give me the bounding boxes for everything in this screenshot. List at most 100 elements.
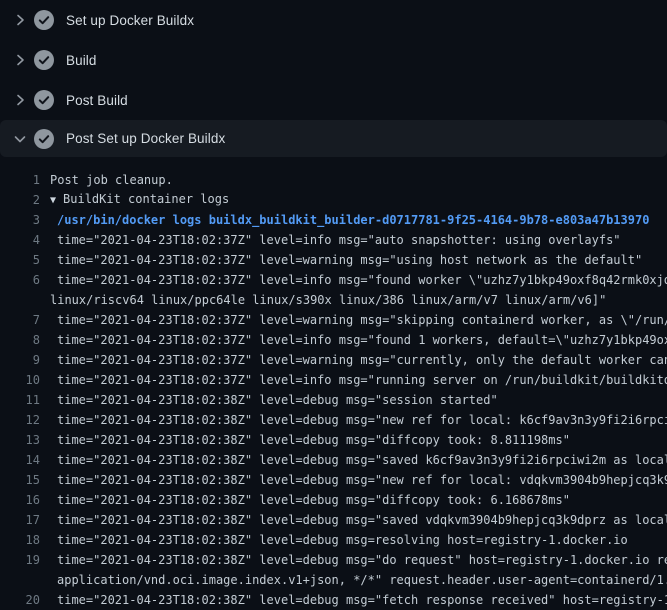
- log-line: 17 ▼time="2021-04-23T18:02:38Z" level=de…: [0, 510, 667, 530]
- log-line-text-content: time="2021-04-23T18:02:37Z" level=warnin…: [57, 313, 667, 327]
- log-lines: 1 ▼Post job cleanup. 2 ▼ BuildKit contain…: [0, 157, 667, 610]
- log-line-text: ▼time="2021-04-23T18:02:38Z" level=debug…: [57, 490, 667, 510]
- log-line: 19 ▼time="2021-04-23T18:02:38Z" level=de…: [0, 550, 667, 570]
- log-line-text-content: BuildKit container logs: [63, 192, 229, 206]
- log-line-text-content: time="2021-04-23T18:02:37Z" level=info m…: [57, 373, 667, 387]
- chevron-right-icon[interactable]: [12, 12, 28, 28]
- log-line: 3 ▼/usr/bin/docker logs buildx_buildkit_…: [0, 210, 667, 230]
- chevron-down-icon[interactable]: [12, 131, 28, 147]
- log-line-text-content: time="2021-04-23T18:02:38Z" level=debug …: [57, 453, 667, 467]
- log-line-number[interactable]: 9: [0, 350, 40, 370]
- log-line-number[interactable]: 1: [0, 170, 40, 190]
- log-line-text-content: time="2021-04-23T18:02:38Z" level=debug …: [57, 513, 667, 527]
- step-header-post-set-up-docker-buildx[interactable]: Post Set up Docker Buildx: [0, 120, 667, 157]
- log-line: 13 ▼time="2021-04-23T18:02:38Z" level=de…: [0, 430, 667, 450]
- log-line-text-content: time="2021-04-23T18:02:38Z" level=debug …: [57, 413, 667, 427]
- log-line: 12 ▼time="2021-04-23T18:02:38Z" level=de…: [0, 410, 667, 430]
- log-line-text: ▼application/vnd.oci.image.index.v1+json…: [57, 570, 667, 590]
- log-line-text: ▼time="2021-04-23T18:02:37Z" level=info …: [57, 230, 667, 250]
- log-line: 2 ▼ BuildKit container logs: [0, 190, 667, 210]
- log-line-text: ▼time="2021-04-23T18:02:38Z" level=debug…: [57, 530, 667, 550]
- log-line-text-content: time="2021-04-23T18:02:37Z" level=warnin…: [57, 353, 667, 367]
- step-label: Set up Docker Buildx: [66, 13, 194, 28]
- log-line-number[interactable]: 3: [0, 210, 40, 230]
- log-line-text: ▼time="2021-04-23T18:02:37Z" level=info …: [57, 370, 667, 390]
- log-line-text-content: application/vnd.oci.image.index.v1+json,…: [57, 573, 667, 587]
- step-label: Post Build: [66, 93, 128, 108]
- log-line: 15 ▼time="2021-04-23T18:02:38Z" level=de…: [0, 470, 667, 490]
- log-line-text-content: Post job cleanup.: [50, 173, 173, 187]
- step-header-post-build[interactable]: Post Build: [0, 80, 667, 120]
- log-line-text-content: time="2021-04-23T18:02:38Z" level=debug …: [57, 553, 667, 567]
- log-line-text-content: linux/riscv64 linux/ppc64le linux/s390x …: [50, 293, 606, 307]
- log-line-number[interactable]: 6: [0, 270, 40, 290]
- log-line-text: ▼/usr/bin/docker logs buildx_buildkit_bu…: [57, 210, 667, 230]
- log-line-text: ▼time="2021-04-23T18:02:37Z" level=warni…: [57, 250, 667, 270]
- log-line: 5 ▼time="2021-04-23T18:02:37Z" level=war…: [0, 250, 667, 270]
- log-line-text: ▼ BuildKit container logs: [50, 189, 667, 211]
- log-line: 20 ▼time="2021-04-23T18:02:38Z" level=de…: [0, 590, 667, 610]
- chevron-right-icon[interactable]: [12, 52, 28, 68]
- log-line-number[interactable]: 15: [0, 470, 40, 490]
- log-line-text: ▼time="2021-04-23T18:02:37Z" level=warni…: [57, 310, 667, 330]
- log-line-number[interactable]: 10: [0, 370, 40, 390]
- log-line-number[interactable]: 2: [0, 190, 40, 210]
- log-line-text-content: time="2021-04-23T18:02:38Z" level=debug …: [57, 393, 498, 407]
- log-line: 6 ▼time="2021-04-23T18:02:37Z" level=inf…: [0, 270, 667, 290]
- log-line-text-content: time="2021-04-23T18:02:38Z" level=debug …: [57, 473, 667, 487]
- log-line-text-content: time="2021-04-23T18:02:38Z" level=debug …: [57, 533, 628, 547]
- log-line-number[interactable]: 16: [0, 490, 40, 510]
- log-line-number[interactable]: 19: [0, 550, 40, 570]
- log-line: ▼linux/riscv64 linux/ppc64le linux/s390x…: [0, 290, 667, 310]
- log-line-text-content: time="2021-04-23T18:02:37Z" level=info m…: [57, 273, 667, 287]
- steps-list: Set up Docker Buildx Build Post Build Po…: [0, 0, 667, 157]
- log-line-text-content: time="2021-04-23T18:02:38Z" level=debug …: [57, 433, 570, 447]
- log-line: ▼application/vnd.oci.image.index.v1+json…: [0, 570, 667, 590]
- log-line-text: ▼time="2021-04-23T18:02:38Z" level=debug…: [57, 510, 667, 530]
- log-line-text: ▼time="2021-04-23T18:02:38Z" level=debug…: [57, 410, 667, 430]
- log-line: 16 ▼time="2021-04-23T18:02:38Z" level=de…: [0, 490, 667, 510]
- step-header-build[interactable]: Build: [0, 40, 667, 80]
- log-line-text: ▼Post job cleanup.: [50, 170, 667, 190]
- log-line: 18 ▼time="2021-04-23T18:02:38Z" level=de…: [0, 530, 667, 550]
- log-line-text-content: time="2021-04-23T18:02:38Z" level=debug …: [57, 493, 570, 507]
- check-circle-icon: [34, 90, 54, 110]
- log-line-number[interactable]: 20: [0, 590, 40, 610]
- step-label: Build: [66, 53, 97, 68]
- log-line-number[interactable]: 5: [0, 250, 40, 270]
- check-circle-icon: [34, 129, 54, 149]
- log-line-number[interactable]: 11: [0, 390, 40, 410]
- log-line-text: ▼time="2021-04-23T18:02:38Z" level=debug…: [57, 450, 667, 470]
- log-line-number[interactable]: 17: [0, 510, 40, 530]
- log-line-number[interactable]: 8: [0, 330, 40, 350]
- log-line-text-content: time="2021-04-23T18:02:37Z" level=info m…: [57, 233, 621, 247]
- log-line-number[interactable]: 7: [0, 310, 40, 330]
- log-line-text: ▼time="2021-04-23T18:02:38Z" level=debug…: [57, 430, 667, 450]
- log-line: 1 ▼Post job cleanup.: [0, 170, 667, 190]
- log-line-text: ▼time="2021-04-23T18:02:38Z" level=debug…: [57, 550, 667, 570]
- log-line-text: ▼linux/riscv64 linux/ppc64le linux/s390x…: [50, 290, 667, 310]
- log-line-number[interactable]: 12: [0, 410, 40, 430]
- log-line: 11 ▼time="2021-04-23T18:02:38Z" level=de…: [0, 390, 667, 410]
- log-line-number[interactable]: 13: [0, 430, 40, 450]
- log-line-text: ▼time="2021-04-23T18:02:38Z" level=debug…: [57, 590, 667, 610]
- log-line-text-content: time="2021-04-23T18:02:37Z" level=info m…: [57, 333, 667, 347]
- log-line: 8 ▼time="2021-04-23T18:02:37Z" level=inf…: [0, 330, 667, 350]
- log-group-toggle-icon[interactable]: ▼: [50, 195, 56, 206]
- log-line-text: ▼time="2021-04-23T18:02:37Z" level=warni…: [57, 350, 667, 370]
- log-line-text: ▼time="2021-04-23T18:02:37Z" level=info …: [57, 330, 667, 350]
- log-line-text: ▼time="2021-04-23T18:02:37Z" level=info …: [57, 270, 667, 290]
- log-line: 14 ▼time="2021-04-23T18:02:38Z" level=de…: [0, 450, 667, 470]
- log-line-number[interactable]: 18: [0, 530, 40, 550]
- log-line-text: ▼time="2021-04-23T18:02:38Z" level=debug…: [57, 390, 667, 410]
- log-line-text-content: time="2021-04-23T18:02:38Z" level=debug …: [57, 593, 667, 607]
- check-circle-icon: [34, 50, 54, 70]
- log-line: 10 ▼time="2021-04-23T18:02:37Z" level=in…: [0, 370, 667, 390]
- log-line-text: ▼time="2021-04-23T18:02:38Z" level=debug…: [57, 470, 667, 490]
- log-line-text-content: /usr/bin/docker logs buildx_buildkit_bui…: [57, 213, 649, 227]
- chevron-right-icon[interactable]: [12, 92, 28, 108]
- log-line-number[interactable]: 4: [0, 230, 40, 250]
- log-line-number[interactable]: 14: [0, 450, 40, 470]
- step-header-set-up-docker-buildx[interactable]: Set up Docker Buildx: [0, 0, 667, 40]
- check-circle-icon: [34, 10, 54, 30]
